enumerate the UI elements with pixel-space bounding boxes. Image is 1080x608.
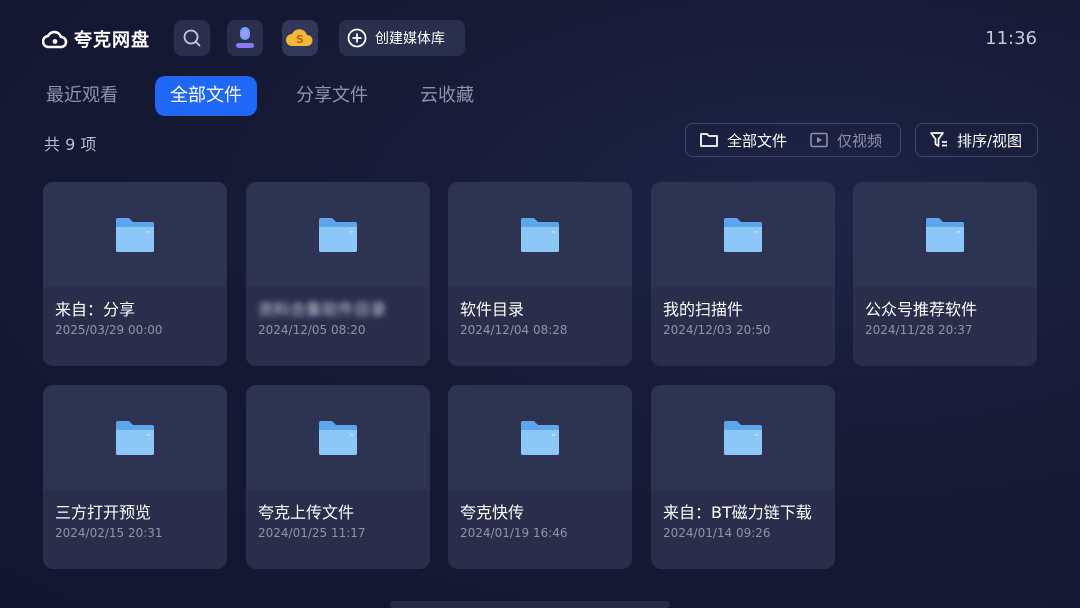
clock: 11:36 [985, 28, 1037, 49]
filter-sort-icon [930, 132, 947, 147]
cloud-logo-icon [42, 30, 68, 49]
avatar-icon [236, 27, 254, 48]
folder-icon [319, 217, 357, 252]
bottom-indicator [390, 601, 670, 608]
folder-thumbnail [448, 182, 632, 287]
folder-card[interactable]: 夸克上传文件 2024/01/25 11:17 [246, 385, 430, 569]
create-media-library-label: 创建媒体库 [375, 31, 445, 47]
folder-date: 2025/03/29 00:00 [55, 323, 163, 337]
account-button[interactable] [227, 20, 263, 56]
folder-date: 2024/12/04 08:28 [460, 323, 568, 337]
folder-name: 来自：BT磁力链下载 [663, 503, 812, 522]
app-logo: 夸克网盘 [42, 24, 150, 54]
folder-thumbnail [448, 385, 632, 490]
item-count: 共 9 项 [44, 135, 97, 154]
folder-card[interactable]: 来自：BT磁力链下载 2024/01/14 09:26 [651, 385, 835, 569]
svg-text:S: S [296, 33, 304, 46]
folder-thumbnail [853, 182, 1037, 287]
folder-icon [724, 217, 762, 252]
folder-icon [116, 420, 154, 455]
folder-card[interactable]: 软件目录 2024/12/04 08:28 [448, 182, 632, 366]
tab-bar: 最近观看 全部文件 分享文件 云收藏 [0, 76, 1080, 118]
tab-shared-files[interactable]: 分享文件 [281, 76, 383, 116]
folder-date: 2024/12/03 20:50 [663, 323, 771, 337]
folder-thumbnail [651, 182, 835, 287]
folder-date: 2024/12/05 08:20 [258, 323, 366, 337]
folder-card[interactable]: 我的扫描件 2024/12/03 20:50 [651, 182, 835, 366]
folder-icon [116, 217, 154, 252]
folder-card[interactable]: 夸克快传 2024/01/19 16:46 [448, 385, 632, 569]
folder-name: 夸克快传 [460, 503, 525, 522]
tab-cloud-favorites[interactable]: 云收藏 [405, 76, 489, 116]
filter-video-only[interactable]: 仅视频 [809, 130, 882, 151]
filter-video-only-label: 仅视频 [837, 131, 883, 150]
folder-icon [926, 217, 964, 252]
folder-name: 我的扫描件 [663, 300, 744, 319]
folder-name: 资料合集软件目录 [258, 300, 387, 319]
search-button[interactable] [174, 20, 210, 56]
sort-view-button[interactable]: 排序/视图 [915, 123, 1038, 157]
folder-name: 三方打开预览 [55, 503, 152, 522]
create-media-library-button[interactable]: 创建媒体库 [339, 20, 465, 56]
top-bar: 夸克网盘 S 创建媒体库 11:36 [0, 0, 1080, 78]
folder-card[interactable]: 公众号推荐软件 2024/11/28 20:37 [853, 182, 1037, 366]
folder-name: 夸克上传文件 [258, 503, 355, 522]
tab-all-files[interactable]: 全部文件 [155, 76, 257, 116]
sort-view-label: 排序/视图 [957, 131, 1023, 150]
tab-recent[interactable]: 最近观看 [31, 76, 133, 116]
app-title: 夸克网盘 [74, 30, 150, 51]
folder-thumbnail [43, 182, 227, 287]
folder-name: 公众号推荐软件 [865, 300, 978, 319]
filter-all-files-label: 全部文件 [727, 131, 788, 150]
search-icon [183, 29, 201, 47]
folder-date: 2024/01/14 09:26 [663, 526, 771, 540]
folder-outline-icon [700, 133, 718, 147]
folder-thumbnail [246, 385, 430, 490]
folder-thumbnail [246, 182, 430, 287]
folder-name: 来自：分享 [55, 300, 136, 319]
folder-thumbnail [651, 385, 835, 490]
folder-card[interactable]: 来自：分享 2025/03/29 00:00 [43, 182, 227, 366]
folder-date: 2024/01/19 16:46 [460, 526, 568, 540]
folder-date: 2024/11/28 20:37 [865, 323, 973, 337]
filter-all-files[interactable]: 全部文件 [699, 130, 787, 151]
folder-thumbnail [43, 385, 227, 490]
folder-name: 软件目录 [460, 300, 525, 319]
folder-card[interactable]: 资料合集软件目录 2024/12/05 08:20 [246, 182, 430, 366]
file-filter: 全部文件 仅视频 [685, 123, 901, 157]
plus-circle-icon [347, 28, 367, 48]
folder-icon [724, 420, 762, 455]
folder-icon [319, 420, 357, 455]
video-icon [810, 132, 828, 148]
folder-icon [521, 217, 559, 252]
membership-button[interactable]: S [282, 20, 318, 56]
folder-icon [521, 420, 559, 455]
membership-cloud-icon: S [286, 29, 313, 46]
folder-date: 2024/01/25 11:17 [258, 526, 366, 540]
folder-card[interactable]: 三方打开预览 2024/02/15 20:31 [43, 385, 227, 569]
folder-date: 2024/02/15 20:31 [55, 526, 163, 540]
